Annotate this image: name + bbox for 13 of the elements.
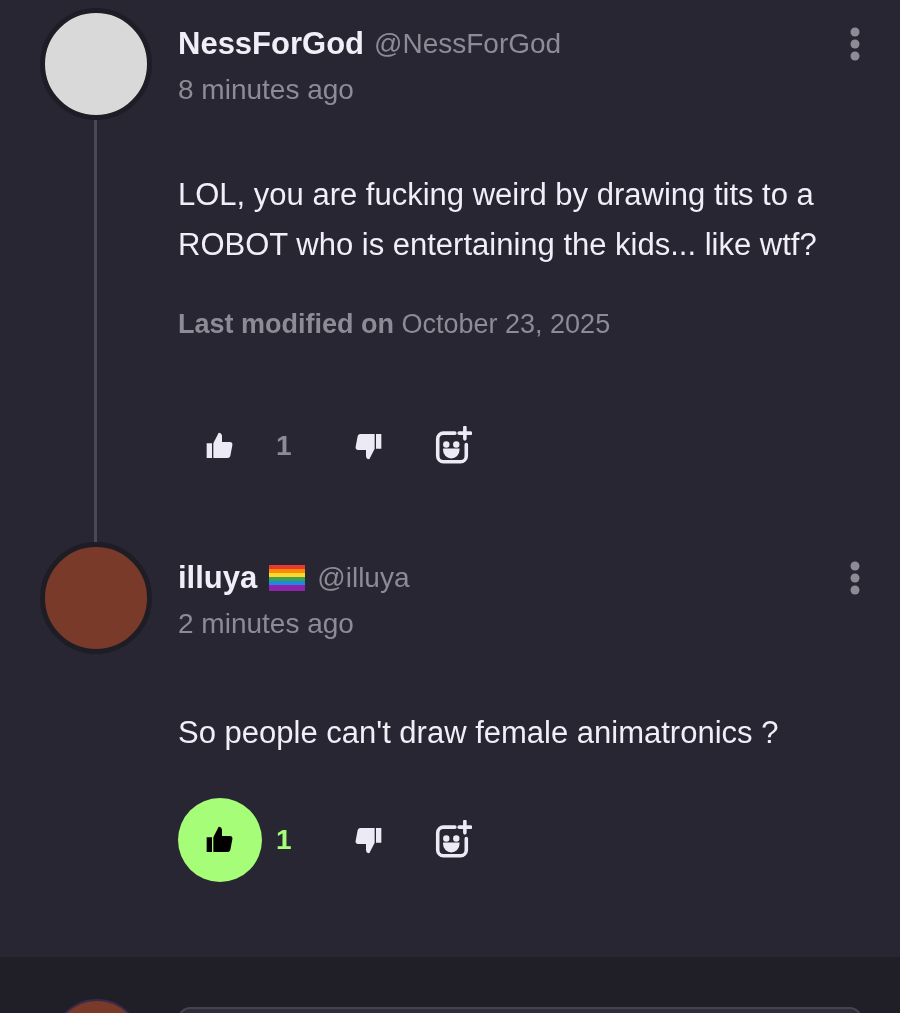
- user-handle[interactable]: @illuya: [317, 557, 410, 599]
- comment-text: So people can't draw female animatronics ?: [178, 714, 780, 752]
- username[interactable]: NessForGod: [178, 20, 365, 68]
- username[interactable]: illuya: [178, 554, 258, 602]
- more-options-icon[interactable]: [850, 27, 860, 61]
- comment-text: LOL, you are fucking weird by drawing tits to a ROBOT who is entertaining the kids... like wtf?: [178, 176, 818, 264]
- like-count: 1: [276, 429, 293, 463]
- like-count: 1: [276, 823, 293, 857]
- user-handle[interactable]: @NessForGod: [374, 23, 562, 65]
- timestamp: 2 minutes ago: [178, 607, 355, 641]
- timestamp: 8 minutes ago: [178, 73, 355, 107]
- more-options-icon[interactable]: [850, 561, 860, 595]
- last-modified-text: Last modified on October 23, 2025: [178, 308, 612, 341]
